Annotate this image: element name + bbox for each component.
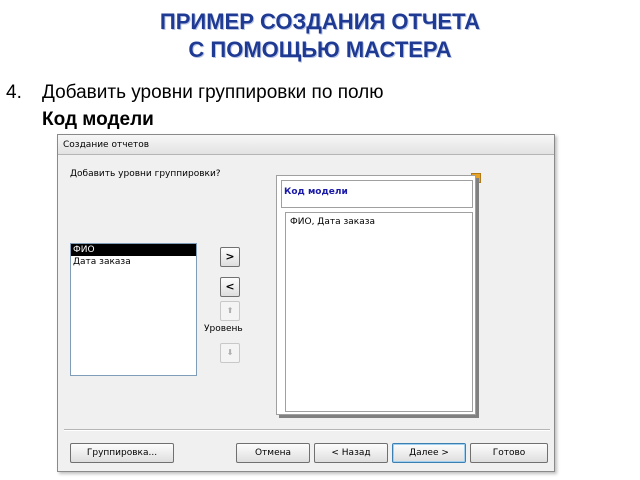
priority-up-button[interactable]: ⬆ (220, 301, 240, 321)
preview-detail-fields: ФИО, Дата заказа (290, 217, 376, 227)
step-text: Добавить уровни группировки по полю (42, 82, 384, 103)
dialog-title: Создание отчетов (58, 135, 554, 155)
preview-group-field: Код модели (284, 187, 348, 197)
add-level-button[interactable]: > (220, 247, 240, 267)
footer-separator (64, 429, 550, 431)
cancel-button[interactable]: Отмена (236, 443, 310, 463)
next-button[interactable]: Далее > (392, 443, 466, 463)
step-number: 4. (6, 82, 22, 103)
level-label: Уровень (204, 324, 243, 334)
grouping-preview: Код модели ФИО, Дата заказа (276, 175, 476, 415)
slide-title: ПРИМЕР СОЗДАНИЯ ОТЧЕТА С ПОМОЩЬЮ МАСТЕРА (0, 8, 640, 64)
step-field: Код модели (42, 109, 154, 130)
priority-down-button[interactable]: ⬇ (220, 343, 240, 363)
preview-detail-section: ФИО, Дата заказа (285, 212, 473, 412)
report-wizard-dialog: Создание отчетов Добавить уровни группир… (57, 134, 555, 472)
remove-level-button[interactable]: < (220, 277, 240, 297)
list-item-fio[interactable]: ФИО (71, 244, 196, 256)
preview-group-header: Код модели (281, 180, 473, 208)
slide-title-line1: ПРИМЕР СОЗДАНИЯ ОТЧЕТА (159, 9, 481, 34)
arrow-down-icon: ⬇ (226, 348, 234, 357)
arrow-up-icon: ⬆ (226, 306, 234, 315)
finish-button[interactable]: Готово (470, 443, 548, 463)
grouping-options-button[interactable]: Группировка... (70, 443, 174, 463)
grouping-prompt: Добавить уровни группировки? (70, 169, 221, 179)
list-item-order-date[interactable]: Дата заказа (71, 256, 196, 268)
slide-title-line2: С ПОМОЩЬЮ МАСТЕРА (188, 37, 452, 62)
back-button[interactable]: < Назад (314, 443, 388, 463)
available-fields-list[interactable]: ФИО Дата заказа (70, 243, 197, 376)
